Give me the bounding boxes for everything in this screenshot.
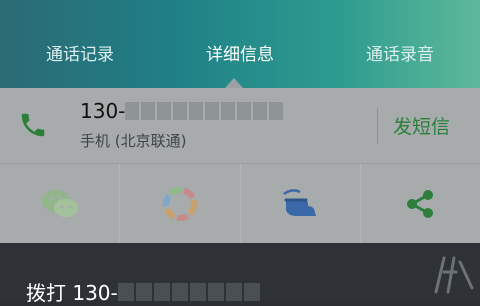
tab-bar: 通话记录 详细信息 通话录音 xyxy=(0,38,480,72)
contact-number-card[interactable]: 130- 手机 (北京联通) 发短信 xyxy=(0,88,480,163)
tab-details[interactable]: 详细信息 xyxy=(160,38,320,72)
share-icon xyxy=(407,190,434,218)
action-swipe[interactable] xyxy=(241,164,361,244)
active-tab-indicator xyxy=(225,78,243,88)
dial-option[interactable]: 拨打 130- xyxy=(26,277,260,306)
send-sms-button[interactable]: 发短信 xyxy=(393,112,450,139)
dial-number-redacted xyxy=(117,282,260,301)
phone-number-redacted xyxy=(125,102,284,120)
phone-icon[interactable] xyxy=(18,110,48,140)
action-share[interactable] xyxy=(361,164,480,244)
action-wechat[interactable] xyxy=(0,164,121,244)
hand-swipe-icon xyxy=(283,189,317,216)
watermark-logo-icon xyxy=(434,256,474,294)
dial-label: 拨打 130- xyxy=(26,281,118,305)
carrier-label: 手机 (北京联通) xyxy=(80,132,187,150)
header-bar: 通话记录 详细信息 通话录音 xyxy=(0,0,480,88)
phone-number: 130- xyxy=(80,98,284,124)
tab-recordings[interactable]: 通话录音 xyxy=(320,38,480,72)
vertical-divider xyxy=(377,108,378,144)
phone-number-prefix: 130- xyxy=(80,99,126,123)
color-wheel-icon xyxy=(162,187,197,221)
action-color-wheel[interactable] xyxy=(120,164,241,244)
share-actions-row xyxy=(0,163,480,244)
wechat-icon xyxy=(41,190,78,217)
dial-menu: 拨打 130- xyxy=(0,243,480,305)
tab-call-log[interactable]: 通话记录 xyxy=(0,38,160,72)
